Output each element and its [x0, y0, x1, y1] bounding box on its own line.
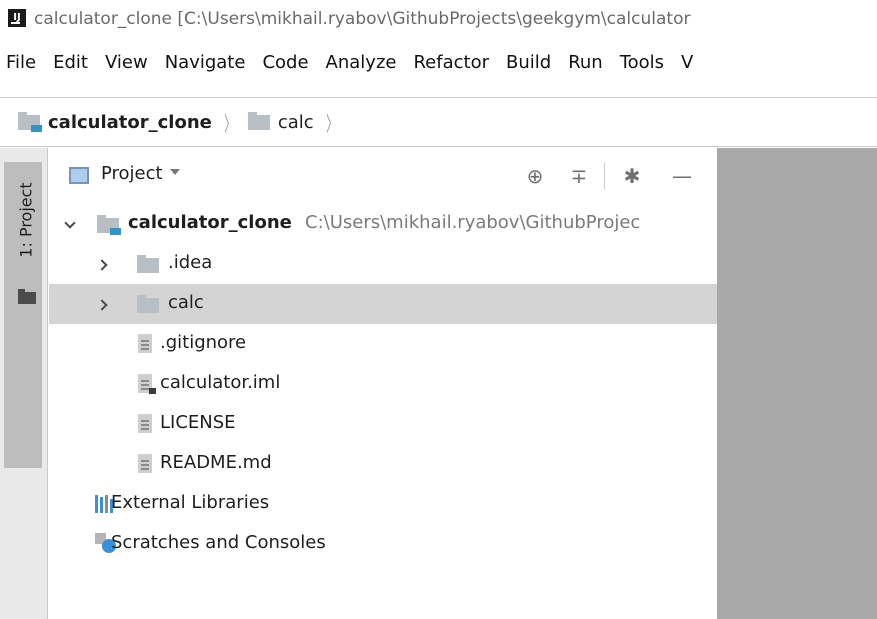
- menu-edit[interactable]: Edit: [53, 52, 88, 73]
- tree-item-label: Scratches and Consoles: [111, 532, 326, 553]
- tree-item-label: External Libraries: [111, 492, 270, 513]
- collapse-all-icon[interactable]: ∓: [565, 162, 593, 190]
- crosshair-icon[interactable]: ⊕: [521, 162, 549, 190]
- project-view-icon: [69, 167, 89, 184]
- editor-area[interactable]: [717, 148, 877, 619]
- breadcrumb-calc-label: calc: [277, 111, 314, 133]
- tree-row-scratches[interactable]: Scratches and Consoles: [49, 524, 717, 564]
- module-folder-icon: [18, 111, 42, 132]
- dropdown-arrow-icon[interactable]: [170, 169, 180, 175]
- tree-row-readme[interactable]: README.md: [49, 444, 717, 484]
- project-tool-window-tab[interactable]: 1: Project: [4, 162, 42, 468]
- menu-run[interactable]: Run: [568, 52, 603, 73]
- breadcrumb: calculator_clone 〉 calc 〉: [0, 97, 877, 147]
- tree-row-calc[interactable]: calc: [49, 284, 717, 324]
- breadcrumb-project-label: calculator_clone: [48, 111, 212, 133]
- chevron-down-icon[interactable]: [63, 215, 77, 229]
- tree-item-label: LICENSE: [160, 412, 236, 433]
- tool-window-stripe: 1: Project: [0, 148, 48, 619]
- header-divider: [604, 162, 605, 190]
- tree-row-license[interactable]: LICENSE: [49, 404, 717, 444]
- intellij-logo-icon: IJ: [8, 9, 26, 27]
- tree-row-idea[interactable]: .idea: [49, 244, 717, 284]
- folder-icon: [137, 255, 159, 273]
- menu-analyze[interactable]: Analyze: [326, 52, 397, 73]
- chevron-right-icon[interactable]: [95, 297, 109, 311]
- tree-item-label: calc: [168, 292, 204, 313]
- tree-item-label: calculator.iml: [160, 372, 281, 393]
- breadcrumb-item-project[interactable]: calculator_clone: [18, 111, 212, 133]
- menu-file[interactable]: File: [6, 52, 36, 73]
- menu-build[interactable]: Build: [506, 52, 551, 73]
- title-bar: IJ calculator_clone [C:\Users\mikhail.ry…: [0, 0, 877, 40]
- chevron-right-icon[interactable]: [95, 257, 109, 271]
- tree-row-external-libraries[interactable]: External Libraries: [49, 484, 717, 524]
- module-file-icon: [138, 374, 156, 394]
- minimize-icon[interactable]: —: [668, 162, 696, 190]
- tree-item-label: .idea: [168, 252, 213, 273]
- text-file-icon: [138, 454, 152, 473]
- project-tree: calculator_clone C:\Users\mikhail.ryabov…: [49, 204, 717, 564]
- tree-row-gitignore[interactable]: .gitignore: [49, 324, 717, 364]
- menu-navigate[interactable]: Navigate: [165, 52, 246, 73]
- tree-item-label: .gitignore: [160, 332, 247, 353]
- breadcrumb-separator-icon: 〉: [325, 111, 338, 136]
- menu-code[interactable]: Code: [262, 52, 308, 73]
- project-panel: Project ⊕ ∓ ✱ — calculator_clone C:\User…: [49, 148, 717, 619]
- menu-view[interactable]: View: [105, 52, 148, 73]
- module-folder-icon: [97, 215, 121, 235]
- tree-item-label: README.md: [160, 452, 272, 473]
- root-project-name: calculator_clone: [128, 212, 292, 233]
- window-title: calculator_clone [C:\Users\mikhail.ryabo…: [34, 9, 691, 29]
- menu-tools[interactable]: Tools: [620, 52, 664, 73]
- menu-bar: File Edit View Navigate Code Analyze Ref…: [0, 44, 877, 80]
- project-view-selector[interactable]: Project: [101, 163, 163, 184]
- project-panel-header: Project ⊕ ∓ ✱ —: [49, 148, 717, 204]
- text-file-icon: [138, 334, 152, 353]
- breadcrumb-item-calc[interactable]: calc: [247, 111, 314, 133]
- folder-icon: [137, 295, 159, 313]
- tree-row-root[interactable]: calculator_clone C:\Users\mikhail.ryabov…: [49, 204, 717, 244]
- project-folder-icon: [18, 289, 36, 304]
- project-tab-label: 1: Project: [16, 182, 36, 258]
- text-file-icon: [138, 414, 152, 433]
- menu-vcs[interactable]: V: [681, 52, 693, 73]
- root-project-path: C:\Users\mikhail.ryabov\GithubProjec: [305, 212, 641, 233]
- breadcrumb-separator-icon: 〉: [223, 111, 236, 136]
- tree-row-calculator-iml[interactable]: calculator.iml: [49, 364, 717, 404]
- folder-icon: [247, 111, 270, 130]
- menu-refactor[interactable]: Refactor: [413, 52, 489, 73]
- gear-icon[interactable]: ✱: [618, 162, 646, 190]
